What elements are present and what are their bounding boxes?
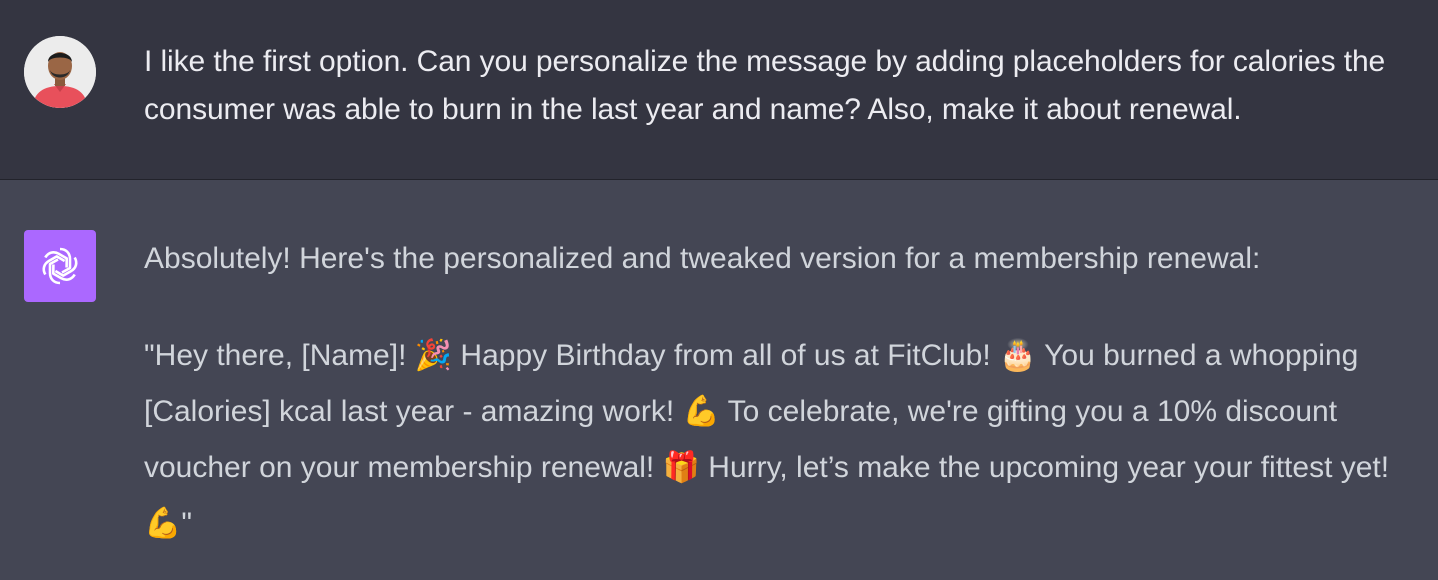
assistant-response-text: "Hey there, [Name]! 🎉 Happy Birthday fro… — [144, 339, 1390, 540]
assistant-intro-text: Absolutely! Here's the personalized and … — [144, 242, 1261, 275]
user-avatar — [24, 36, 96, 108]
openai-logo-icon — [42, 247, 78, 285]
assistant-avatar — [24, 230, 96, 302]
user-message-text: I like the first option. Can you persona… — [144, 45, 1386, 126]
user-message: I like the first option. Can you persona… — [0, 0, 1438, 180]
user-avatar-icon — [24, 36, 96, 108]
assistant-message: Absolutely! Here's the personalized and … — [0, 181, 1438, 580]
